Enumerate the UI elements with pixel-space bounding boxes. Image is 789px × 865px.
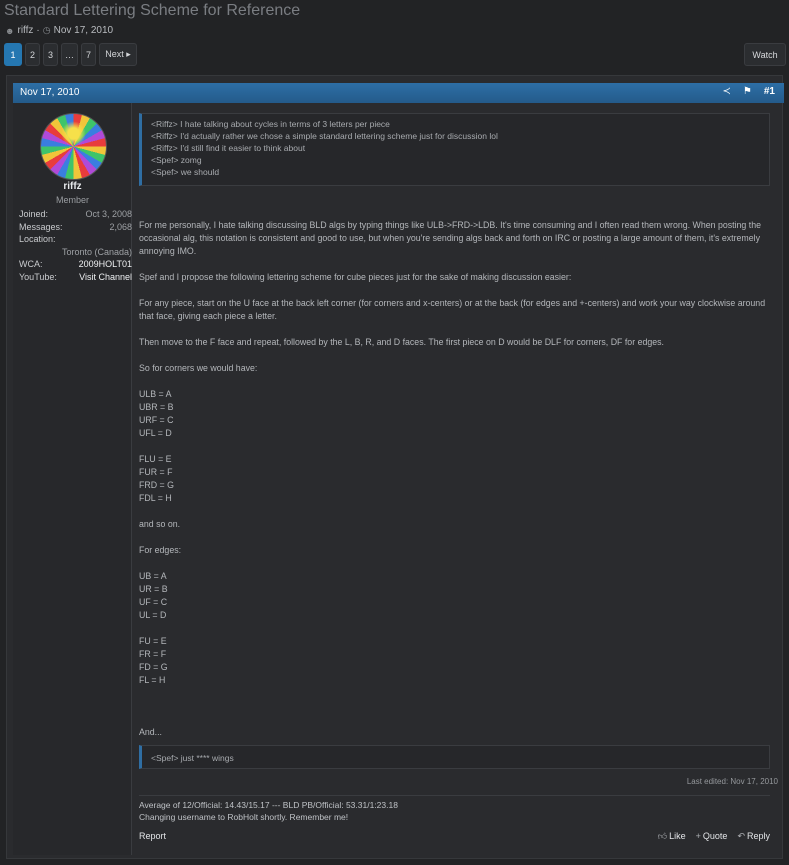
quote-line: <Riffz> I'd actually rather we chose a s… xyxy=(151,131,498,141)
post-paragraph: For me personally, I hate talking discus… xyxy=(139,220,761,256)
watch-button[interactable]: Watch xyxy=(744,43,786,66)
next-page-button[interactable]: Next ▸ xyxy=(99,43,137,66)
plus-icon: + xyxy=(695,831,701,841)
post-body: For me personally, I hate talking discus… xyxy=(139,219,770,752)
reply-icon: ↶ xyxy=(737,831,745,841)
signature-line: Average of 12/Official: 14.43/15.17 --- … xyxy=(139,800,398,810)
wca-label: WCA: xyxy=(19,259,43,269)
like-button[interactable]: 👍︎ Like xyxy=(658,831,686,842)
wca-value: 2009HOLT01 xyxy=(78,259,132,269)
page-3-button[interactable]: 3 xyxy=(43,43,58,66)
quote-label: Quote xyxy=(702,831,728,841)
page-ellipsis-button[interactable]: … xyxy=(61,43,78,66)
post-paragraph xyxy=(139,700,770,713)
post-paragraph: UB = A UR = B UF = C UL = D xyxy=(139,571,168,620)
post-paragraph: Then move to the F face and repeat, foll… xyxy=(139,337,664,347)
user-icon: ☻ xyxy=(5,25,15,36)
signature-divider xyxy=(139,795,770,796)
quote-block-2: <Spef> just **** wings xyxy=(139,745,770,769)
post: Nov 17, 2010 ≺ ⚑ #1 riffz Member Joined:… xyxy=(6,75,784,859)
pagination: 1 2 3 … 7 Next ▸ xyxy=(4,43,137,66)
post-paragraph: For edges: xyxy=(139,545,182,555)
post-paragraph: For any piece, start on the U face at th… xyxy=(139,298,766,321)
meta-separator: · xyxy=(36,25,40,36)
page-7-button[interactable]: 7 xyxy=(81,43,96,66)
post-header: Nov 17, 2010 ≺ ⚑ #1 xyxy=(13,83,784,103)
reply-label: Reply xyxy=(746,831,770,841)
messages-label: Messages: xyxy=(19,221,63,232)
share-icon[interactable]: ≺ xyxy=(723,86,731,97)
clock-icon: ◷ xyxy=(42,25,51,35)
thread-author[interactable]: riffz xyxy=(17,25,33,36)
quote-line: <Riffz> I'd still find it easier to thin… xyxy=(151,143,306,153)
joined-label: Joined: xyxy=(19,209,49,219)
last-edited[interactable]: Last edited: Nov 17, 2010 xyxy=(687,777,778,786)
location-value[interactable]: Toronto (Canada) xyxy=(19,246,132,259)
thumbs-up-icon: 👍︎ xyxy=(657,831,668,841)
thread-title: Standard Lettering Scheme for Reference xyxy=(4,2,301,19)
quote-line: <Spef> just **** wings xyxy=(151,753,234,763)
quote-button[interactable]: + Quote xyxy=(696,831,728,842)
youtube-link[interactable]: Visit Channel xyxy=(79,271,132,284)
youtube-label: YouTube: xyxy=(19,271,57,282)
thread-meta: ☻ riffz · ◷ Nov 17, 2010 xyxy=(5,25,113,36)
reply-button[interactable]: ↶ Reply xyxy=(737,831,770,842)
joined-value: Oct 3, 2008 xyxy=(85,209,132,219)
user-role: Member xyxy=(55,195,89,205)
location-label: Location: xyxy=(19,234,56,244)
post-paragraph: and so on. xyxy=(139,519,181,529)
post-paragraph: Spef and I propose the following letteri… xyxy=(139,272,572,282)
report-link[interactable]: Report xyxy=(139,831,166,841)
post-paragraph: And... xyxy=(139,727,162,737)
thread-date[interactable]: Nov 17, 2010 xyxy=(54,25,114,36)
signature-line: Changing username to RobHolt shortly. Re… xyxy=(139,811,349,822)
post-paragraph: So for corners we would have: xyxy=(139,363,258,373)
quote-block: <Riffz> I hate talking about cycles in t… xyxy=(139,113,770,186)
post-paragraph: FLU = E FUR = F FRD = G FDL = H xyxy=(139,454,174,503)
page-2-button[interactable]: 2 xyxy=(25,43,40,66)
page-1-button[interactable]: 1 xyxy=(4,43,22,66)
bookmark-icon[interactable]: ⚑ xyxy=(743,86,752,97)
signature: Average of 12/Official: 14.43/15.17 --- … xyxy=(139,800,398,823)
quote-line: <Spef> zomg xyxy=(151,155,202,165)
post-paragraph: FU = E FR = F FD = G FL = H xyxy=(139,636,168,685)
username[interactable]: riffz xyxy=(13,181,132,192)
messages-value[interactable]: 2,068 xyxy=(109,221,132,234)
like-label: Like xyxy=(669,831,686,841)
post-content: <Riffz> I hate talking about cycles in t… xyxy=(139,103,779,855)
quote-line: <Riffz> I hate talking about cycles in t… xyxy=(151,119,390,129)
user-panel: riffz Member Joined: Oct 3, 2008 Messages… xyxy=(13,103,132,855)
avatar[interactable] xyxy=(40,113,107,180)
post-paragraph: ULB = A UBR = B URF = C UFL = D xyxy=(139,389,174,438)
quote-line: <Spef> we should xyxy=(151,167,220,177)
post-number[interactable]: #1 xyxy=(764,86,775,97)
post-date[interactable]: Nov 17, 2010 xyxy=(20,87,80,98)
user-stats: Joined: Oct 3, 2008 Messages: 2,068 Locati… xyxy=(19,208,132,283)
